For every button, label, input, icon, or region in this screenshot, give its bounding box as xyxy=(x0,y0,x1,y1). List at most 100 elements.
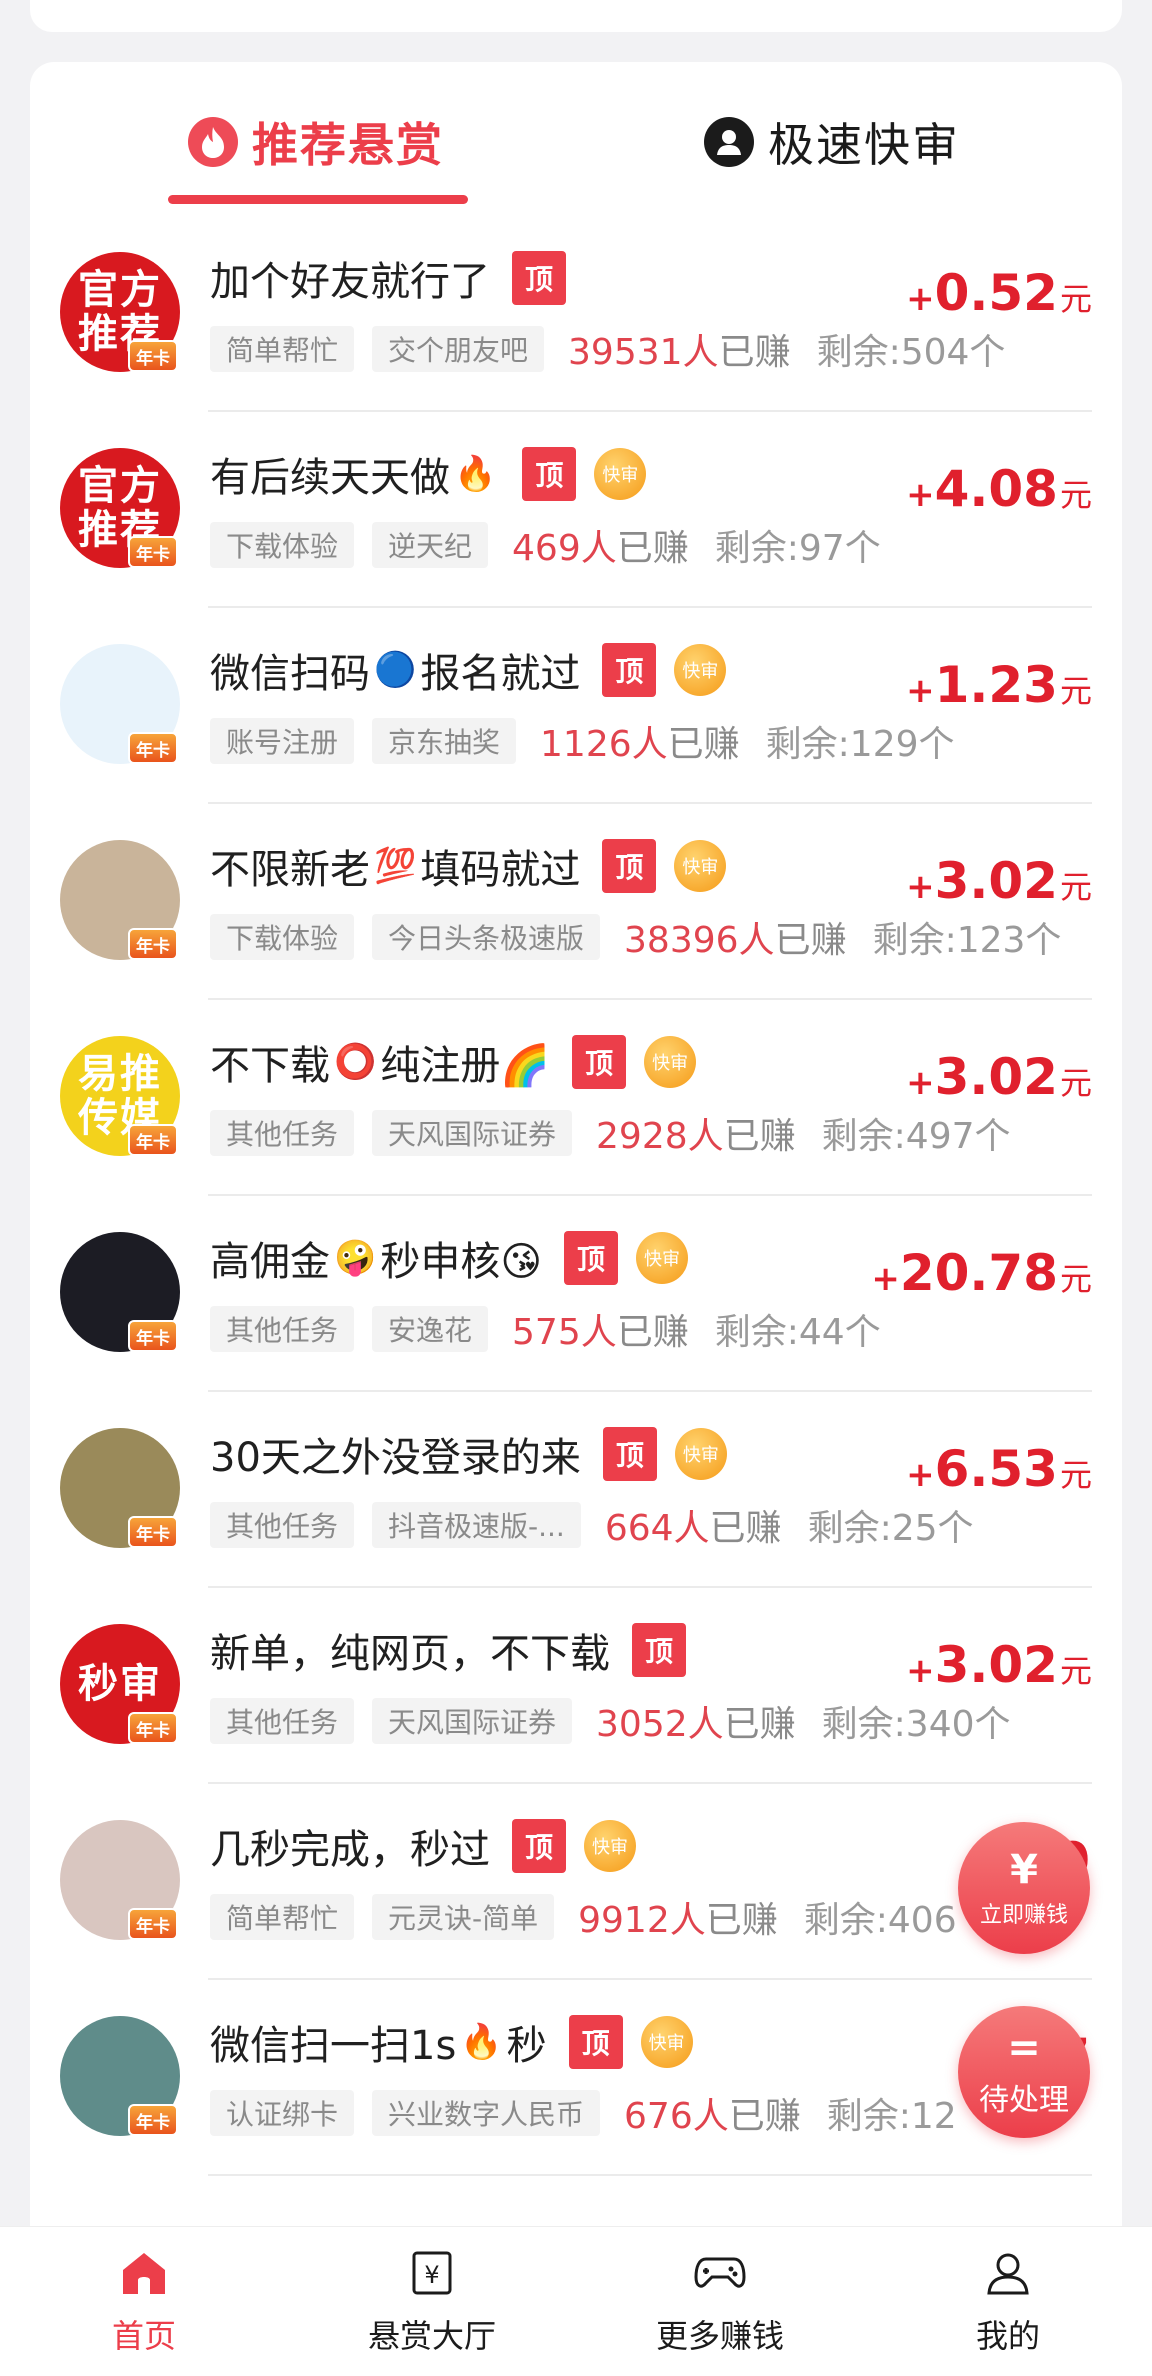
nav-bounty-hall[interactable]: ¥ 悬赏大厅 xyxy=(288,2227,576,2376)
category-tag: 账号注册 xyxy=(210,718,355,764)
app-tag: 元灵诀-简单 xyxy=(372,1894,555,1940)
top-badge: 顶 xyxy=(522,447,577,501)
task-list-card: 推荐悬赏 极速快审 官方推荐 年卡 加个好友就行了顶简单帮忙 交个朋友吧 39531人已… xyxy=(30,62,1122,2362)
profile-icon xyxy=(982,2247,1034,2299)
title-emoji: 💯 xyxy=(374,846,417,886)
app-tag: 交个朋友吧 xyxy=(372,326,545,372)
price-amount: 3.02 xyxy=(934,1048,1058,1106)
earned-suffix: 已赚 xyxy=(723,1704,796,1745)
price-plus: + xyxy=(871,1259,900,1299)
fast-review-badge: 快审 xyxy=(644,1036,697,1088)
tab-fast-review-label: 极速快审 xyxy=(768,118,960,172)
task-row[interactable]: 易推传媒 年卡 不下载 ⭕ 纯注册🌈 顶快审 其他任务 天风国际证券 2928人已赚 剩余:497… xyxy=(30,1000,1122,1196)
reward-price: +1.23 元 xyxy=(906,656,1092,714)
task-meta: 其他任务 天风国际证券 2928人已赚 剩余:497个 xyxy=(210,1108,1011,1158)
category-tag: 简单帮忙 xyxy=(210,1894,355,1940)
price-unit: 元 xyxy=(1059,1260,1092,1298)
task-title: 有后续天天做 🔥 顶快审 xyxy=(210,446,647,502)
task-title: 微信扫一扫1s 🔥 秒顶快审 xyxy=(210,2014,693,2070)
earned-suffix: 已赚 xyxy=(616,528,689,569)
nav-mine-label: 我的 xyxy=(975,2316,1040,2355)
earned-count: 2928人已赚 xyxy=(596,1107,796,1159)
earned-number: 3052人 xyxy=(596,1704,724,1745)
task-title: 高佣金 🤪 秒申核😘 顶快审 xyxy=(210,1230,689,1286)
task-title-text: 新单，纯网页，不下载 xyxy=(210,1631,610,1677)
title-emoji: 🔥 xyxy=(454,454,497,494)
earned-number: 39531人 xyxy=(568,332,719,373)
reward-price: +3.02 元 xyxy=(906,852,1092,910)
app-tag: 天风国际证券 xyxy=(372,1110,573,1156)
nav-bounty-hall-label: 悬赏大厅 xyxy=(367,2316,496,2355)
pending-button[interactable]: = 待处理 xyxy=(958,2006,1090,2138)
nav-mine[interactable]: 我的 xyxy=(864,2227,1152,2376)
nav-home-label: 首页 xyxy=(111,2316,176,2355)
task-row[interactable]: 年卡 微信扫码 🔵 报名就过顶快审 账号注册 京东抽奖 1126人已赚 剩余:129个 +1.2… xyxy=(30,608,1122,804)
home-icon xyxy=(118,2247,170,2299)
task-title-text: 加个好友就行了 xyxy=(210,259,490,305)
task-row[interactable]: 年卡 高佣金 🤪 秒申核😘 顶快审 其他任务 安逸花 575人已赚 剩余:44个 +20.78 元 xyxy=(30,1196,1122,1392)
top-badge: 顶 xyxy=(602,643,657,697)
reward-price: +4.08 元 xyxy=(906,460,1092,518)
reward-price: +20.78 元 xyxy=(871,1244,1092,1302)
category-tag: 其他任务 xyxy=(210,1110,355,1156)
task-meta: 其他任务 抖音极速版-... 664人已赚 剩余:25个 xyxy=(210,1500,974,1550)
gamepad-icon xyxy=(694,2247,746,2299)
vip-crown-badge: 年卡 xyxy=(128,1516,178,1548)
task-row[interactable]: 官方推荐 年卡 有后续天天做 🔥 顶快审 下载体验 逆天纪 469人已赚 剩余:97个 +4.08… xyxy=(30,412,1122,608)
remaining-count: 剩余:44个 xyxy=(714,1312,881,1353)
top-badge: 顶 xyxy=(512,1819,566,1873)
remaining-count: 剩余:12 xyxy=(826,2096,957,2137)
price-amount: 20.78 xyxy=(899,1244,1058,1302)
app-tag: 兴业数字人民币 xyxy=(372,2090,601,2136)
top-badge: 顶 xyxy=(564,1231,619,1285)
earned-suffix: 已赚 xyxy=(667,724,740,765)
earned-suffix: 已赚 xyxy=(718,332,791,373)
task-title-text: 不限新老 xyxy=(210,847,370,893)
price-amount: 3.02 xyxy=(934,852,1058,910)
task-row[interactable]: 年卡 不限新老 💯 填码就过顶快审 下载体验 今日头条极速版 38396人已赚 剩余:123个… xyxy=(30,804,1122,1000)
vip-crown-badge: 年卡 xyxy=(128,1908,178,1940)
remaining-count: 剩余:406 xyxy=(803,1900,957,1941)
task-row[interactable]: 年卡 30天之外没登录的来顶快审 其他任务 抖音极速版-... 664人已赚 剩余:25个… xyxy=(30,1392,1122,1588)
nav-more-earn[interactable]: 更多赚钱 xyxy=(576,2227,864,2376)
tab-recommended[interactable]: 推荐悬赏 xyxy=(188,112,444,172)
task-row[interactable]: 官方推荐 年卡 加个好友就行了顶简单帮忙 交个朋友吧 39531人已赚 剩余:504个 +0… xyxy=(30,216,1122,412)
price-unit: 元 xyxy=(1059,868,1092,906)
category-tag: 下载体验 xyxy=(210,522,355,568)
remaining-count: 剩余:25个 xyxy=(807,1508,974,1549)
earned-suffix: 已赚 xyxy=(616,1312,689,1353)
avatar-text: 秒审 xyxy=(78,1661,162,1707)
vip-crown-badge: 年卡 xyxy=(128,928,178,960)
tab-bar: 推荐悬赏 极速快审 xyxy=(30,62,1122,212)
tab-fast-review[interactable]: 极速快审 xyxy=(704,112,960,172)
task-row[interactable]: 秒审 年卡 新单，纯网页，不下载顶其他任务 天风国际证券 3052人已赚 剩余:340个 +… xyxy=(30,1588,1122,1784)
task-meta: 其他任务 安逸花 575人已赚 剩余:44个 xyxy=(210,1304,881,1354)
price-plus: + xyxy=(906,279,935,319)
remaining-count: 剩余:340个 xyxy=(821,1704,1011,1745)
price-amount: 3.02 xyxy=(934,1636,1058,1694)
price-plus: + xyxy=(906,1651,935,1691)
title-emoji: 🤪 xyxy=(334,1238,377,1278)
svg-text:¥: ¥ xyxy=(424,2261,439,2289)
earned-count: 38396人已赚 xyxy=(624,911,847,963)
category-tag: 其他任务 xyxy=(210,1306,355,1352)
price-amount: 0.52 xyxy=(934,264,1058,322)
task-title: 加个好友就行了顶 xyxy=(210,250,566,306)
earned-count: 664人已赚 xyxy=(605,1499,782,1551)
task-meta: 简单帮忙 交个朋友吧 39531人已赚 剩余:504个 xyxy=(210,324,1005,374)
remaining-count: 剩余:97个 xyxy=(714,528,881,569)
flame-icon xyxy=(188,117,238,167)
task-title: 新单，纯网页，不下载顶 xyxy=(210,1622,686,1678)
nav-home[interactable]: 首页 xyxy=(0,2227,288,2376)
category-tag: 其他任务 xyxy=(210,1698,355,1744)
yen-icon: ¥ xyxy=(1010,1847,1038,1893)
earned-count: 469人已赚 xyxy=(512,519,689,571)
app-tag: 今日头条极速版 xyxy=(372,914,601,960)
earned-number: 676人 xyxy=(624,2096,729,2137)
top-badge: 顶 xyxy=(602,839,657,893)
task-title: 不下载 ⭕ 纯注册🌈 顶快审 xyxy=(210,1034,697,1090)
category-tag: 下载体验 xyxy=(210,914,355,960)
earned-suffix: 已赚 xyxy=(709,1508,782,1549)
earn-now-button[interactable]: ¥ 立即赚钱 xyxy=(958,1822,1090,1954)
vip-crown-badge: 年卡 xyxy=(128,1124,178,1156)
